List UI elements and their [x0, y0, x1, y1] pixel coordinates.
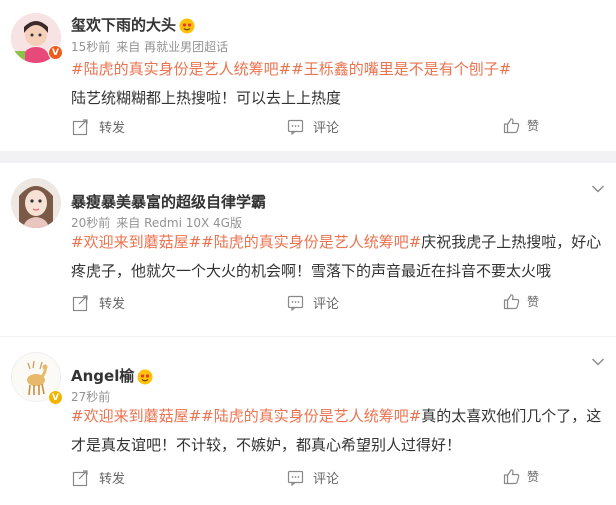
post-time[interactable]: 15秒前 [71, 40, 110, 54]
like-label: 赞 [527, 470, 540, 484]
username-text[interactable]: 玺欢下雨的大头 [71, 16, 176, 34]
post-card: V Angel榆 27秒前 #欢迎来到蘑菇屋##陆虎的真实身份是艺人统筹吧#真的… [0, 337, 616, 505]
comment-button[interactable]: 评论 [287, 117, 339, 136]
hashtag-link[interactable]: #欢迎来到蘑菇屋##陆虎的真实身份是艺人统筹吧# [71, 407, 421, 425]
username[interactable]: 暴瘦暴美暴富的超级自律学霸 [71, 191, 266, 212]
chevron-down-icon[interactable] [591, 352, 605, 366]
post-source: 来自 再就业男团超话 [116, 40, 229, 54]
like-button[interactable]: 赞 [503, 468, 539, 485]
action-bar: 转发 评论 赞 [0, 468, 616, 490]
repost-button[interactable]: 转发 [72, 117, 125, 136]
username-text[interactable]: 暴瘦暴美暴富的超级自律学霸 [71, 193, 266, 211]
repost-button[interactable]: 转发 [72, 468, 125, 487]
action-bar: 转发 评论 赞 [0, 117, 616, 139]
repost-label: 转发 [99, 472, 126, 487]
comment-label: 评论 [313, 297, 340, 312]
post-content: #陆虎的真实身份是艺人统筹吧##王栎鑫的嘴里是不是有个刨子# 陆艺统糊糊都上热搜… [71, 55, 606, 113]
comment-icon [287, 295, 304, 311]
username-text[interactable]: Angel榆 [71, 367, 134, 385]
post-meta: 15秒前 来自 再就业男团超话 [71, 38, 234, 55]
fan-badge-icon [179, 18, 195, 33]
verified-badge-icon: V [48, 390, 63, 405]
repost-label: 转发 [99, 297, 126, 312]
repost-label: 转发 [99, 121, 126, 136]
repost-icon [72, 469, 88, 486]
thumbs-up-icon [503, 294, 520, 310]
post-card: V 玺欢下雨的大头 15秒前 来自 再就业男团超话 #陆虎的真实身份是艺人统筹吧#… [0, 0, 616, 151]
verified-badge-icon: V [48, 45, 63, 60]
repost-icon [72, 118, 88, 135]
like-label: 赞 [527, 295, 540, 309]
comment-icon [287, 119, 304, 135]
like-button[interactable]: 赞 [503, 117, 539, 134]
comment-label: 评论 [313, 121, 340, 136]
comment-button[interactable]: 评论 [287, 468, 339, 487]
hashtag-link[interactable]: #陆虎的真实身份是艺人统筹吧##王栎鑫的嘴里是不是有个刨子# [71, 60, 511, 78]
comment-button[interactable]: 评论 [287, 293, 339, 312]
chevron-down-icon[interactable] [591, 179, 605, 193]
thumbs-up-icon [503, 469, 520, 485]
repost-icon [72, 294, 88, 311]
like-button[interactable]: 赞 [503, 293, 539, 310]
comment-label: 评论 [313, 472, 340, 487]
username[interactable]: Angel榆 [71, 365, 153, 386]
post-content: #欢迎来到蘑菇屋##陆虎的真实身份是艺人统筹吧#庆祝我虎子上热搜啦，好心疼虎子，… [71, 228, 606, 286]
action-bar: 转发 评论 赞 [0, 293, 616, 315]
avatar[interactable] [11, 178, 61, 228]
fan-badge-icon [137, 369, 153, 384]
comment-icon [287, 470, 304, 486]
like-label: 赞 [527, 119, 540, 133]
post-text: 陆艺统糊糊都上热搜啦！可以去上上热度 [71, 89, 342, 107]
repost-button[interactable]: 转发 [72, 293, 125, 312]
username[interactable]: 玺欢下雨的大头 [71, 14, 195, 35]
thumbs-up-icon [503, 118, 520, 134]
post-card: 暴瘦暴美暴富的超级自律学霸 20秒前 来自 Redmi 10X 4G版 #欢迎来到… [0, 163, 616, 336]
hashtag-link[interactable]: #欢迎来到蘑菇屋##陆虎的真实身份是艺人统筹吧# [71, 233, 421, 251]
post-content: #欢迎来到蘑菇屋##陆虎的真实身份是艺人统筹吧#真的太喜欢他们几个了，这才是真友… [71, 402, 606, 460]
